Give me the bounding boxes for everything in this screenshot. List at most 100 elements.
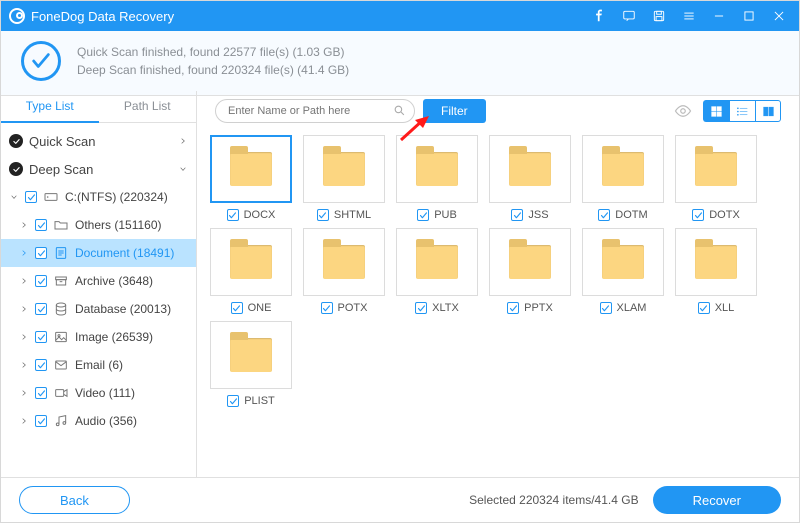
- chevron-down-icon: [9, 193, 19, 201]
- checkbox[interactable]: [692, 209, 704, 221]
- tree-deep-scan[interactable]: Deep Scan: [1, 155, 196, 183]
- back-button[interactable]: Back: [19, 486, 130, 514]
- checkbox[interactable]: [317, 209, 329, 221]
- others-label: Others (151160): [75, 218, 188, 232]
- checkbox[interactable]: [507, 302, 519, 314]
- file-tile[interactable]: XLTX: [393, 228, 481, 316]
- view-detail-button[interactable]: [755, 100, 781, 122]
- checkbox[interactable]: [321, 302, 333, 314]
- checkbox[interactable]: [511, 209, 523, 221]
- recover-button[interactable]: Recover: [653, 486, 781, 514]
- checkbox[interactable]: [417, 209, 429, 221]
- tree-archive[interactable]: Archive (3648): [1, 267, 196, 295]
- tab-type-list[interactable]: Type List: [1, 91, 99, 123]
- feedback-icon[interactable]: [617, 1, 641, 31]
- file-tile[interactable]: XLL: [672, 228, 760, 316]
- file-tile[interactable]: POTX: [300, 228, 388, 316]
- file-name: ONE: [248, 302, 272, 314]
- checkbox[interactable]: [35, 219, 47, 231]
- archive-label: Archive (3648): [75, 274, 188, 288]
- checkbox[interactable]: [598, 209, 610, 221]
- checkbox[interactable]: [35, 331, 47, 343]
- view-list-button[interactable]: [729, 100, 755, 122]
- file-tile[interactable]: DOCX: [207, 135, 295, 223]
- email-label: Email (6): [75, 358, 188, 372]
- file-tile[interactable]: PLIST: [207, 321, 295, 409]
- menu-icon[interactable]: [677, 1, 701, 31]
- share-fb-icon[interactable]: [587, 1, 611, 31]
- checkbox[interactable]: [35, 303, 47, 315]
- file-name: PPTX: [524, 302, 553, 314]
- scan-status: Quick Scan finished, found 22577 file(s)…: [1, 31, 799, 96]
- file-thumb: [303, 135, 385, 203]
- database-label: Database (20013): [75, 302, 188, 316]
- checkbox[interactable]: [35, 275, 47, 287]
- file-tile[interactable]: DOTX: [672, 135, 760, 223]
- folder-icon: [509, 245, 551, 279]
- chevron-right-icon: [19, 389, 29, 397]
- preview-toggle-icon[interactable]: [671, 100, 695, 122]
- check-dot-icon: [9, 134, 23, 148]
- tree-document[interactable]: Document (18491): [1, 239, 196, 267]
- search-icon[interactable]: [393, 104, 407, 118]
- minimize-icon[interactable]: [707, 1, 731, 31]
- titlebar: FoneDog Data Recovery: [1, 1, 799, 31]
- tree-email[interactable]: Email (6): [1, 351, 196, 379]
- checkbox[interactable]: [35, 387, 47, 399]
- folder-icon: [695, 152, 737, 186]
- file-tile[interactable]: ONE: [207, 228, 295, 316]
- archive-icon: [53, 273, 69, 289]
- folder-icon: [509, 152, 551, 186]
- tree-video[interactable]: Video (111): [1, 379, 196, 407]
- file-name: SHTML: [334, 209, 371, 221]
- file-thumb: [675, 228, 757, 296]
- file-tile[interactable]: XLAM: [579, 228, 667, 316]
- checkbox[interactable]: [227, 395, 239, 407]
- file-tile[interactable]: DOTM: [579, 135, 667, 223]
- close-icon[interactable]: [767, 1, 791, 31]
- file-tile[interactable]: PPTX: [486, 228, 574, 316]
- filter-button[interactable]: Filter: [423, 99, 486, 123]
- tree-quick-scan[interactable]: Quick Scan: [1, 127, 196, 155]
- checkbox[interactable]: [35, 247, 47, 259]
- selection-info: Selected 220324 items/41.4 GB: [469, 493, 638, 507]
- audio-icon: [53, 413, 69, 429]
- file-thumb: [210, 135, 292, 203]
- file-name: PLIST: [244, 395, 275, 407]
- drive-icon: [43, 189, 59, 205]
- tree-image[interactable]: Image (26539): [1, 323, 196, 351]
- checkbox[interactable]: [25, 191, 37, 203]
- folder-icon: [230, 338, 272, 372]
- tree-drive[interactable]: C:(NTFS) (220324): [1, 183, 196, 211]
- file-name: DOCX: [244, 209, 276, 221]
- database-icon: [53, 301, 69, 317]
- file-thumb: [303, 228, 385, 296]
- checkbox[interactable]: [35, 359, 47, 371]
- tree-database[interactable]: Database (20013): [1, 295, 196, 323]
- view-grid-button[interactable]: [703, 100, 729, 122]
- tree-audio[interactable]: Audio (356): [1, 407, 196, 435]
- file-name: PUB: [434, 209, 457, 221]
- maximize-icon[interactable]: [737, 1, 761, 31]
- tree: Quick Scan Deep Scan C:(NTFS) (220324): [1, 123, 196, 477]
- file-tile[interactable]: PUB: [393, 135, 481, 223]
- checkbox[interactable]: [698, 302, 710, 314]
- file-name: XLTX: [432, 302, 459, 314]
- save-icon[interactable]: [647, 1, 671, 31]
- checkbox[interactable]: [35, 415, 47, 427]
- file-tile[interactable]: SHTML: [300, 135, 388, 223]
- checkbox[interactable]: [227, 209, 239, 221]
- folder-icon: [230, 245, 272, 279]
- folder-icon: [230, 152, 272, 186]
- file-name: DOTM: [615, 209, 647, 221]
- checkbox[interactable]: [415, 302, 427, 314]
- search-input[interactable]: [215, 99, 415, 123]
- tab-path-list[interactable]: Path List: [99, 91, 197, 122]
- tree-others[interactable]: Others (151160): [1, 211, 196, 239]
- drive-label: C:(NTFS) (220324): [65, 190, 188, 204]
- chevron-right-icon: [19, 361, 29, 369]
- checkbox[interactable]: [600, 302, 612, 314]
- file-thumb: [396, 135, 478, 203]
- file-tile[interactable]: JSS: [486, 135, 574, 223]
- checkbox[interactable]: [231, 302, 243, 314]
